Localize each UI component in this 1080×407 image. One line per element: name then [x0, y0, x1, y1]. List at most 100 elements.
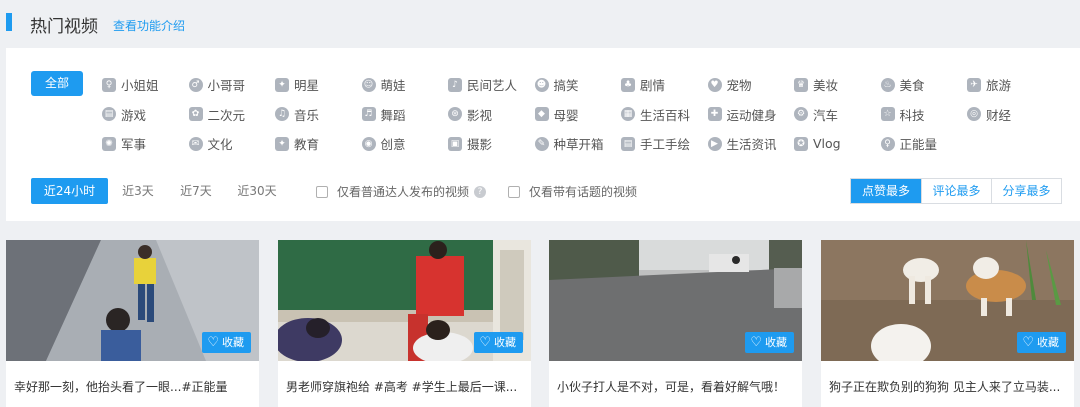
time-filter-30d[interactable]: 近30天: [234, 178, 280, 204]
category-item[interactable]: ♀ 正能量: [880, 134, 968, 153]
mother-baby-icon: ◆: [534, 107, 549, 122]
favorite-label: 收藏: [222, 336, 244, 349]
category-item[interactable]: ♥ 宠物: [707, 75, 795, 94]
category-item[interactable]: ⊛ 影视: [448, 105, 535, 124]
video-card[interactable]: ♡ 收藏 男老师穿旗袍给 #高考 #学生上最后一课...: [278, 240, 531, 407]
time-filter-24h[interactable]: 近24小时: [31, 178, 108, 204]
category-label: 二次元: [207, 107, 246, 123]
news-icon: ▶: [707, 136, 722, 151]
culture-icon: ✉: [188, 136, 203, 151]
time-filter-7d[interactable]: 近7天: [176, 178, 216, 204]
category-item[interactable]: ♨ 美食: [880, 75, 968, 94]
funny-icon: ☻: [534, 77, 549, 92]
checkbox-box[interactable]: [508, 185, 520, 198]
category-item[interactable]: ☺ 萌娃: [361, 75, 449, 94]
video-card[interactable]: ♡ 收藏 狗子正在欺负别的狗狗 见主人来了立马装...: [821, 240, 1074, 407]
category-item[interactable]: ♪ 民间艺人: [448, 75, 535, 94]
category-label: 军事: [121, 137, 147, 153]
page-title: 热门视频: [30, 17, 98, 37]
category-label: 手工手绘: [640, 137, 691, 153]
boy-icon: ♂: [188, 77, 203, 92]
category-item[interactable]: ▦ 生活百科: [621, 105, 708, 124]
category-item[interactable]: ♬ 舞蹈: [361, 105, 449, 124]
category-item[interactable]: ◆ 母婴: [534, 105, 622, 124]
encyclopedia-icon: ▦: [621, 107, 635, 122]
category-item[interactable]: ▶ 生活资讯: [707, 134, 795, 153]
favorite-button[interactable]: ♡ 收藏: [745, 332, 794, 353]
favorite-label: 收藏: [494, 336, 516, 349]
feature-intro-link[interactable]: 查看功能介绍: [113, 17, 185, 34]
category-item[interactable]: ☻ 搞笑: [534, 75, 622, 94]
checkbox-box[interactable]: [316, 185, 328, 198]
category-item[interactable]: ♀ 小姐姐: [102, 75, 189, 94]
title-accent-bar: [6, 13, 12, 31]
time-filter-3d[interactable]: 近3天: [118, 178, 158, 204]
category-label: 美妆: [813, 78, 839, 94]
category-item[interactable]: ♂ 小哥哥: [188, 75, 276, 94]
favorite-button[interactable]: ♡ 收藏: [1017, 332, 1066, 353]
category-label: 正能量: [899, 137, 938, 153]
folk-artist-icon: ♪: [448, 77, 462, 92]
category-label: 教育: [294, 137, 320, 153]
talent-only-checkbox[interactable]: 仅看普通达人发布的视频 ?: [316, 183, 487, 200]
topic-only-checkbox[interactable]: 仅看带有话题的视频: [508, 183, 637, 200]
category-item[interactable]: ✦ 明星: [275, 75, 362, 94]
category-item[interactable]: ♣ 剧情: [621, 75, 708, 94]
sort-most-likes[interactable]: 点赞最多: [851, 179, 921, 203]
girl-icon: ♀: [102, 77, 116, 92]
category-item[interactable]: ✈ 旅游: [967, 75, 1054, 94]
category-item[interactable]: ✎ 种草开箱: [534, 134, 622, 153]
category-label: 生活百科: [640, 107, 691, 123]
film-icon: ⊛: [448, 107, 462, 122]
category-item[interactable]: ☆ 科技: [880, 105, 968, 124]
video-card[interactable]: ♡ 收藏 幸好那一刻，他抬头看了一眼...#正能量: [6, 240, 259, 407]
music-icon: ♫: [275, 107, 289, 122]
makeup-icon: ♛: [794, 77, 808, 92]
category-item[interactable]: ♫ 音乐: [275, 105, 362, 124]
heart-icon: ♡: [750, 335, 762, 350]
filter-panel: 全部 ♀ 小姐姐 ♂ 小哥哥 ✦ 明星 ☺ 萌娃 ♪ 民间艺人 ☻ 搞笑 ♣ 剧情 ♥ 宠物 ♛ 美妆 ♨ 美食 ✈ 旅游…: [6, 48, 1080, 221]
category-label: 音乐: [294, 107, 320, 123]
category-item[interactable]: ◎ 财经: [967, 105, 1054, 124]
category-item[interactable]: ✺ 军事: [102, 134, 189, 153]
video-caption[interactable]: 幸好那一刻，他抬头看了一眼...#正能量: [14, 378, 254, 395]
sort-most-shares[interactable]: 分享最多: [991, 179, 1061, 203]
category-label: 小姐姐: [121, 78, 159, 94]
favorite-button[interactable]: ♡ 收藏: [474, 332, 523, 353]
vlog-icon: ✪: [794, 136, 808, 151]
category-label: 摄影: [467, 137, 493, 153]
category-all-button[interactable]: 全部: [31, 71, 83, 96]
category-item[interactable]: ◉ 创意: [361, 134, 449, 153]
talent-only-label: 仅看普通达人发布的视频: [337, 185, 470, 199]
handcraft-icon: ▤: [621, 136, 635, 151]
travel-icon: ✈: [967, 77, 981, 92]
category-label: 种草开箱: [553, 137, 604, 153]
food-icon: ♨: [880, 77, 895, 92]
category-item[interactable]: ✪ Vlog: [794, 136, 881, 151]
video-card[interactable]: ♡ 收藏 小伙子打人是不对，可是，看着好解气哦！: [549, 240, 802, 407]
camera-icon: ▣: [448, 136, 462, 151]
video-caption[interactable]: 小伙子打人是不对，可是，看着好解气哦！: [557, 378, 797, 395]
pet-icon: ♥: [707, 77, 722, 92]
video-caption[interactable]: 男老师穿旗袍给 #高考 #学生上最后一课...: [286, 378, 526, 395]
category-item[interactable]: ✚ 运动健身: [707, 105, 795, 124]
category-grid: ♀ 小姐姐 ♂ 小哥哥 ✦ 明星 ☺ 萌娃 ♪ 民间艺人 ☻ 搞笑 ♣ 剧情 ♥ 宠物 ♛ 美妆 ♨ 美食 ✈ 旅游 ▤ 游戏…: [102, 70, 1062, 159]
category-item[interactable]: ✉ 文化: [188, 134, 276, 153]
category-item[interactable]: ▤ 游戏: [102, 105, 189, 124]
category-label: 美食: [899, 78, 925, 94]
star-icon: ✦: [275, 77, 289, 92]
category-item[interactable]: ✦ 教育: [275, 134, 362, 153]
positive-energy-icon: ♀: [880, 136, 895, 151]
video-caption[interactable]: 狗子正在欺负别的狗狗 见主人来了立马装...: [829, 378, 1069, 395]
category-item[interactable]: ▣ 摄影: [448, 134, 535, 153]
help-icon[interactable]: ?: [474, 185, 487, 198]
category-label: 母婴: [553, 107, 579, 123]
category-item[interactable]: ▤ 手工手绘: [621, 134, 708, 153]
category-label: 创意: [380, 137, 406, 153]
category-item[interactable]: ♛ 美妆: [794, 75, 881, 94]
sort-most-comments[interactable]: 评论最多: [921, 179, 991, 203]
category-item[interactable]: ✿ 二次元: [188, 105, 276, 124]
heart-icon: ♡: [1022, 335, 1034, 350]
favorite-button[interactable]: ♡ 收藏: [202, 332, 251, 353]
category-item[interactable]: ⚙ 汽车: [794, 105, 881, 124]
